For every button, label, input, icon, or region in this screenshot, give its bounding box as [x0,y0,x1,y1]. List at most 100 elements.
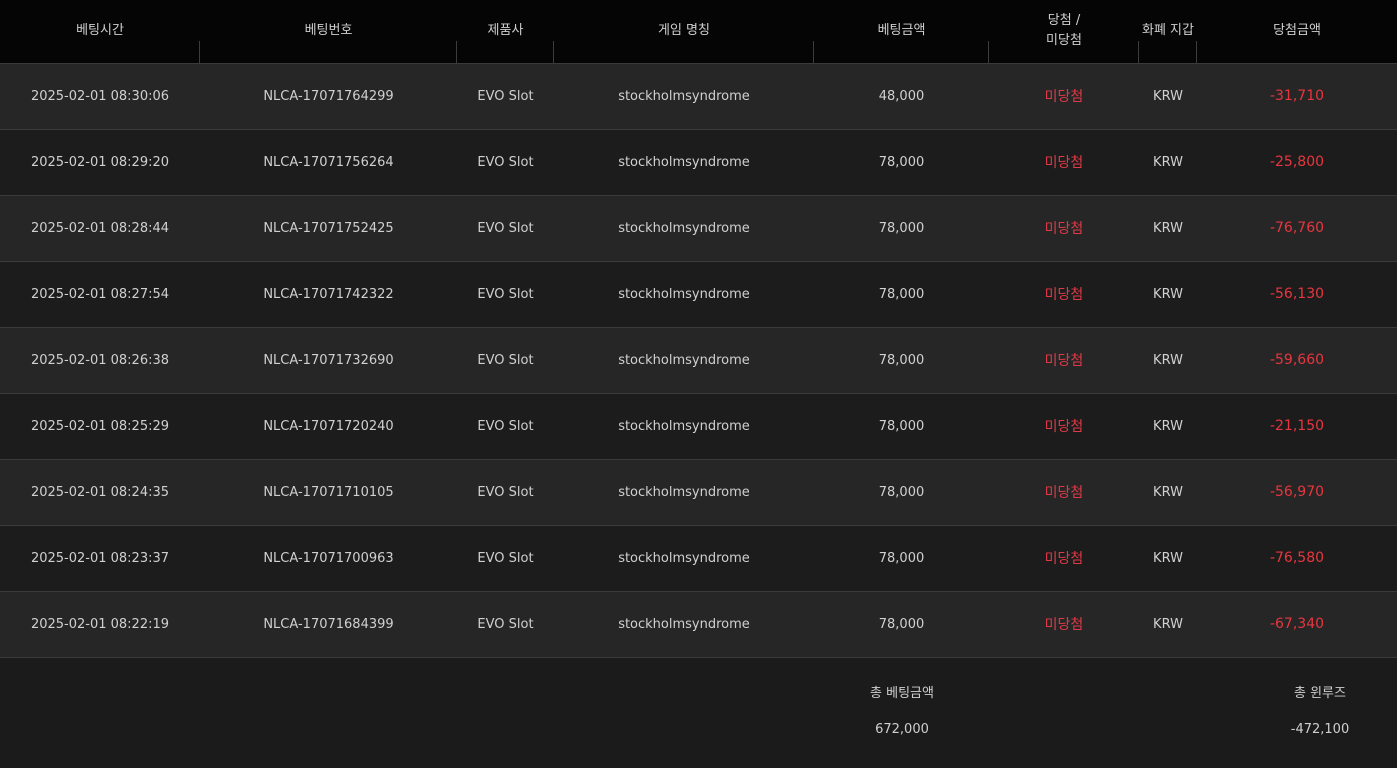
cell-bet-number: NLCA-17071756264 [263,154,394,170]
cell-win-amount: -67,340 [1269,616,1325,632]
header-label: 당첨금액 [1273,23,1321,39]
cell-game-name: stockholmsyndrome [618,352,750,368]
table-row: 2025-02-01 08:26:38 NLCA-17071732690 EVO… [0,327,1397,393]
cell-win-amount: -59,660 [1269,352,1325,368]
cell-provider: EVO Slot [477,550,534,566]
table-header: 베팅시간 베팅번호 제품사 게임 명칭 베팅금액 당첨 / 미당첨 화폐 지갑 당… [0,0,1397,64]
cell-bet-time: 2025-02-01 08:26:38 [30,352,170,368]
cell-bet-time: 2025-02-01 08:22:19 [30,616,170,632]
total-bet-label: 총 베팅금액 [870,685,934,701]
cell-bet-number: NLCA-17071700963 [263,550,394,566]
cell-win-amount: -76,760 [1269,220,1325,236]
header-bet-amount: 베팅금액 [814,0,989,64]
cell-currency: KRW [1153,220,1183,236]
cell-result-status: 미당첨 [1044,89,1084,105]
cell-bet-time: 2025-02-01 08:30:06 [30,88,170,104]
cell-bet-time: 2025-02-01 08:24:35 [30,484,170,500]
cell-provider: EVO Slot [477,154,534,170]
table-row: 2025-02-01 08:28:44 NLCA-17071752425 EVO… [0,195,1397,261]
cell-bet-amount: 78,000 [878,352,925,368]
bet-history-page: 베팅시간 베팅번호 제품사 게임 명칭 베팅금액 당첨 / 미당첨 화폐 지갑 당… [0,0,1397,768]
cell-bet-amount: 78,000 [878,286,925,302]
header-label: 베팅시간 [76,23,124,39]
table-row: 2025-02-01 08:24:35 NLCA-17071710105 EVO… [0,459,1397,525]
bet-history-table: 베팅시간 베팅번호 제품사 게임 명칭 베팅금액 당첨 / 미당첨 화폐 지갑 당… [0,0,1397,658]
table-row: 2025-02-01 08:23:37 NLCA-17071700963 EVO… [0,525,1397,591]
cell-win-amount: -56,130 [1269,286,1325,302]
cell-currency: KRW [1153,88,1183,104]
cell-win-amount: -76,580 [1269,550,1325,566]
cell-bet-amount: 78,000 [878,154,925,170]
table-row: 2025-02-01 08:29:20 NLCA-17071756264 EVO… [0,129,1397,195]
table-row: 2025-02-01 08:22:19 NLCA-17071684399 EVO… [0,591,1397,657]
cell-provider: EVO Slot [477,220,534,236]
cell-game-name: stockholmsyndrome [618,616,750,632]
cell-bet-number: NLCA-17071710105 [263,484,394,500]
cell-bet-amount: 78,000 [878,550,925,566]
cell-game-name: stockholmsyndrome [618,550,750,566]
header-label: 화폐 지갑 [1142,23,1194,39]
cell-bet-number: NLCA-17071732690 [263,352,394,368]
cell-bet-time: 2025-02-01 08:28:44 [30,220,170,236]
table-row: 2025-02-01 08:25:29 NLCA-17071720240 EVO… [0,393,1397,459]
cell-currency: KRW [1153,154,1183,170]
cell-bet-amount: 48,000 [878,88,925,104]
total-bet-value: 672,000 [875,721,929,737]
cell-currency: KRW [1153,616,1183,632]
cell-bet-amount: 78,000 [878,616,925,632]
cell-result-status: 미당첨 [1044,353,1084,369]
cell-provider: EVO Slot [477,352,534,368]
cell-currency: KRW [1153,352,1183,368]
cell-result-status: 미당첨 [1044,221,1084,237]
cell-bet-number: NLCA-17071684399 [263,616,394,632]
header-game-name: 게임 명칭 [554,0,814,64]
header-label-line2: 미당첨 [1046,33,1082,49]
cell-currency: KRW [1153,550,1183,566]
header-label: 제품사 [487,23,524,39]
cell-provider: EVO Slot [477,418,534,434]
cell-bet-number: NLCA-17071720240 [263,418,394,434]
cell-bet-time: 2025-02-01 08:25:29 [30,418,170,434]
cell-win-amount: -21,150 [1269,418,1325,434]
cell-game-name: stockholmsyndrome [618,286,750,302]
header-provider: 제품사 [457,0,554,64]
cell-bet-number: NLCA-17071742322 [263,286,394,302]
cell-result-status: 미당첨 [1044,155,1084,171]
total-loss-label: 총 윈루즈 [1294,685,1346,701]
cell-bet-time: 2025-02-01 08:27:54 [30,286,170,302]
cell-bet-amount: 78,000 [878,484,925,500]
cell-bet-time: 2025-02-01 08:29:20 [30,154,170,170]
cell-bet-time: 2025-02-01 08:23:37 [30,550,170,566]
header-win-amount: 당첨금액 [1197,0,1397,64]
table-row: 2025-02-01 08:30:06 NLCA-17071764299 EVO… [0,63,1397,129]
cell-provider: EVO Slot [477,616,534,632]
cell-game-name: stockholmsyndrome [618,484,750,500]
cell-provider: EVO Slot [477,286,534,302]
cell-result-status: 미당첨 [1044,419,1084,435]
cell-currency: KRW [1153,484,1183,500]
cell-provider: EVO Slot [477,484,534,500]
cell-bet-amount: 78,000 [878,220,925,236]
cell-result-status: 미당첨 [1044,551,1084,567]
total-loss-value: -472,100 [1290,721,1350,737]
header-label: 베팅번호 [304,23,353,39]
cell-bet-amount: 78,000 [878,418,925,434]
table-row: 2025-02-01 08:27:54 NLCA-17071742322 EVO… [0,261,1397,327]
cell-bet-number: NLCA-17071764299 [263,88,394,104]
cell-game-name: stockholmsyndrome [618,88,750,104]
header-row: 베팅시간 베팅번호 제품사 게임 명칭 베팅금액 당첨 / 미당첨 화폐 지갑 당… [0,0,1397,64]
cell-currency: KRW [1153,286,1183,302]
cell-result-status: 미당첨 [1044,287,1084,303]
cell-game-name: stockholmsyndrome [618,154,750,170]
cell-result-status: 미당첨 [1044,617,1084,633]
header-label: 베팅금액 [877,23,926,39]
cell-game-name: stockholmsyndrome [618,418,750,434]
cell-bet-number: NLCA-17071752425 [263,220,394,236]
cell-win-amount: -56,970 [1269,484,1325,500]
header-bet-time: 베팅시간 [0,0,200,64]
cell-provider: EVO Slot [477,88,534,104]
totals-summary: 총 베팅금액 672,000 총 윈루즈 -472,100 [0,657,1397,758]
header-label-line1: 당첨 / [1047,13,1081,29]
cell-win-amount: -25,800 [1269,154,1325,170]
cell-game-name: stockholmsyndrome [618,220,750,236]
